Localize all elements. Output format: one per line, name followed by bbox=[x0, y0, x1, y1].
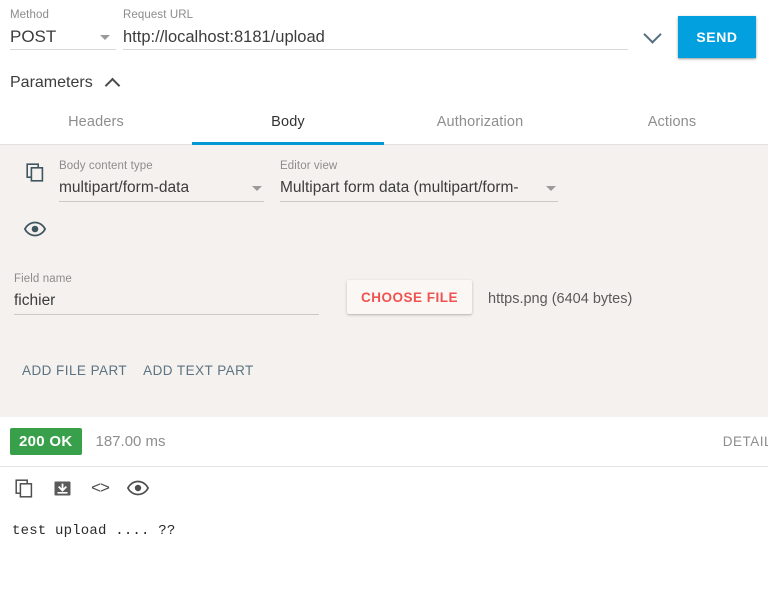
caret-down-icon bbox=[252, 186, 262, 191]
body-content-type-group[interactable]: Body content type multipart/form-data bbox=[59, 159, 264, 202]
editor-view-select[interactable]: Multipart form data (multipart/form- bbox=[280, 175, 558, 202]
response-toolbar: <> bbox=[0, 467, 768, 509]
method-label: Method bbox=[10, 9, 49, 21]
tab-body[interactable]: Body bbox=[192, 100, 384, 145]
request-url-group[interactable]: Request URL http://localhost:8181/upload bbox=[123, 8, 628, 50]
field-name-group[interactable]: Field name fichier bbox=[14, 272, 319, 315]
caret-down-icon bbox=[546, 186, 556, 191]
url-history-button[interactable] bbox=[632, 8, 672, 52]
tab-headers[interactable]: Headers bbox=[0, 100, 192, 144]
choose-file-button[interactable]: CHOOSE FILE bbox=[347, 280, 473, 314]
body-content-type-value: multipart/form-data bbox=[59, 179, 190, 196]
response-status-bar: 200 OK 187.00 ms DETAIL bbox=[0, 417, 768, 467]
parameters-title: Parameters bbox=[10, 74, 93, 91]
file-part-row: Field name fichier CHOOSE FILE https.png… bbox=[0, 272, 768, 315]
tab-actions[interactable]: Actions bbox=[576, 100, 768, 144]
method-select-group[interactable]: Method POST bbox=[10, 8, 116, 50]
response-body: test upload .... ?? bbox=[0, 509, 768, 601]
editor-view-group[interactable]: Editor view Multipart form data (multipa… bbox=[280, 159, 558, 202]
parameter-tabs: Headers Body Authorization Actions bbox=[0, 100, 768, 145]
request-url-label: Request URL bbox=[123, 9, 194, 21]
method-value: POST bbox=[10, 26, 57, 46]
content-type-row: Body content type multipart/form-data Ed… bbox=[0, 159, 768, 202]
eye-icon bbox=[127, 480, 149, 496]
parameters-toggle[interactable]: Parameters bbox=[0, 66, 768, 100]
field-name-input[interactable]: fichier bbox=[14, 288, 319, 315]
tab-authorization[interactable]: Authorization bbox=[384, 100, 576, 144]
request-url-value: http://localhost:8181/upload bbox=[123, 27, 325, 46]
request-bar: Method POST Request URL http://localhost… bbox=[0, 0, 768, 66]
copy-icon bbox=[14, 478, 32, 498]
add-file-part-button[interactable]: ADD FILE PART bbox=[14, 357, 135, 384]
caret-down-icon bbox=[100, 35, 110, 40]
copy-icon bbox=[25, 162, 43, 182]
eye-icon bbox=[24, 221, 46, 237]
code-icon: <> bbox=[91, 478, 110, 497]
body-content-type-label: Body content type bbox=[59, 160, 153, 172]
body-panel: Body content type multipart/form-data Ed… bbox=[0, 145, 768, 417]
send-button[interactable]: SEND bbox=[678, 16, 756, 58]
download-response-button[interactable] bbox=[50, 476, 74, 500]
selected-file-name: https.png (6404 bytes) bbox=[488, 291, 633, 307]
copy-response-button[interactable] bbox=[12, 476, 36, 500]
add-text-part-button[interactable]: ADD TEXT PART bbox=[135, 357, 262, 384]
chevron-up-icon bbox=[104, 77, 120, 93]
method-select[interactable]: POST bbox=[10, 24, 116, 50]
field-name-value: fichier bbox=[14, 292, 56, 309]
view-source-button[interactable]: <> bbox=[88, 476, 112, 500]
field-name-label: Field name bbox=[14, 273, 72, 285]
body-preview-button[interactable] bbox=[22, 216, 48, 242]
editor-view-value: Multipart form data (multipart/form- bbox=[280, 179, 519, 196]
response-duration: 187.00 ms bbox=[95, 433, 166, 450]
detail-button[interactable]: DETAIL bbox=[723, 434, 768, 449]
editor-view-label: Editor view bbox=[280, 160, 338, 172]
body-preview-row bbox=[0, 216, 768, 242]
copy-body-button[interactable] bbox=[22, 159, 48, 185]
preview-response-button[interactable] bbox=[126, 476, 150, 500]
chevron-down-icon bbox=[642, 25, 662, 44]
download-icon bbox=[54, 481, 70, 495]
status-badge: 200 OK bbox=[10, 428, 82, 455]
body-content-type-select[interactable]: multipart/form-data bbox=[59, 175, 264, 202]
request-url-input[interactable]: http://localhost:8181/upload bbox=[123, 24, 628, 50]
add-parts-row: ADD FILE PART ADD TEXT PART bbox=[0, 357, 768, 384]
